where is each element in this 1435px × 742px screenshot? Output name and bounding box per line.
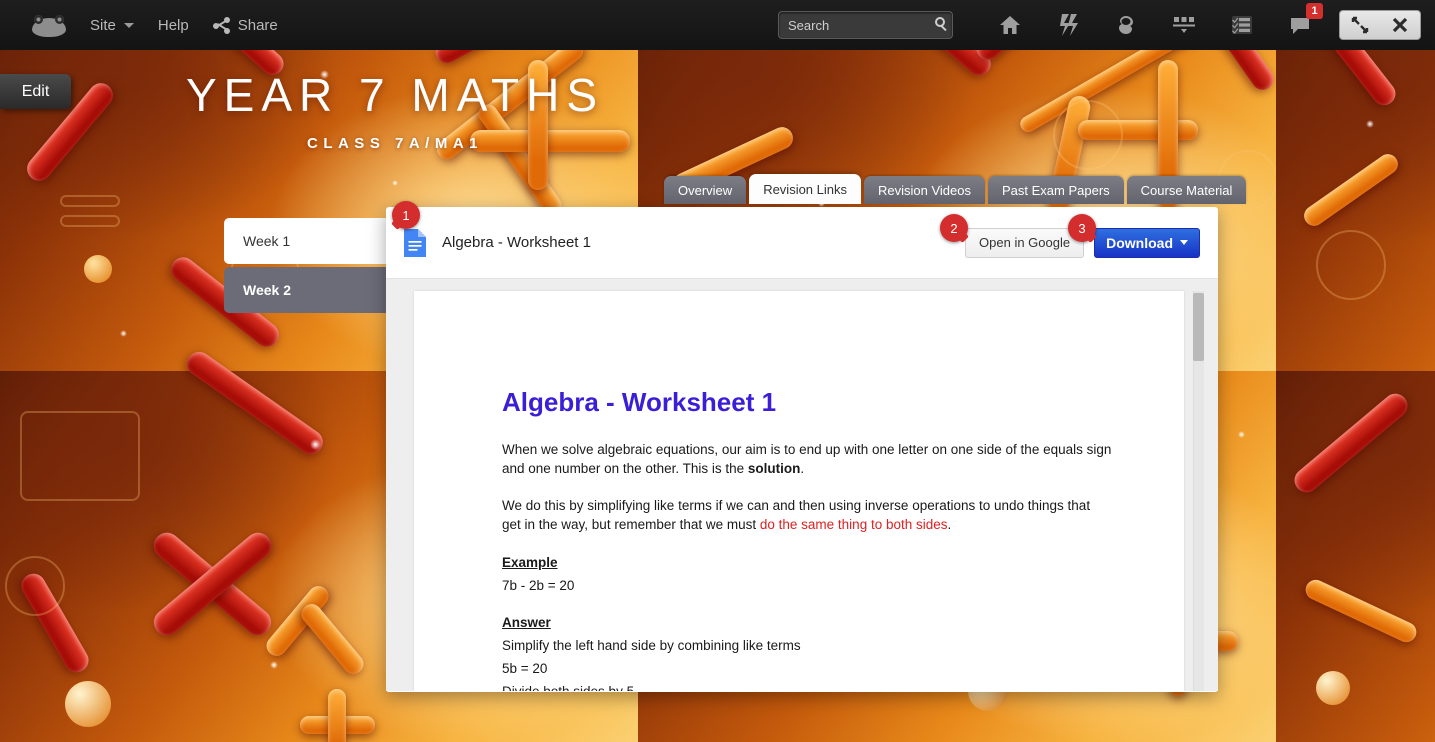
doc-p1-bold: solution bbox=[747, 461, 801, 477]
share-icon bbox=[212, 16, 230, 34]
download-button[interactable]: Download bbox=[1094, 227, 1200, 258]
doc-answer-line-2: 5b = 20 bbox=[502, 661, 548, 677]
help-label: Help bbox=[157, 16, 189, 34]
doc-p1-text-b: . bbox=[800, 461, 805, 477]
tab-course-material[interactable]: Course Material bbox=[1126, 176, 1247, 204]
document-card-header: Algebra - Worksheet 1 Open in Google Dow… bbox=[386, 201, 1218, 279]
lightning-icon[interactable] bbox=[1039, 0, 1097, 50]
doc-answer-line-3: Divide both sides by 5 bbox=[502, 682, 1112, 691]
chevron-down-icon bbox=[1180, 240, 1188, 245]
close-window-icon[interactable] bbox=[1380, 11, 1420, 39]
open-in-google-button[interactable]: Open in Google bbox=[965, 227, 1085, 258]
refresh-icon[interactable] bbox=[1097, 0, 1155, 50]
page-root: Site Help Share Search 1 Edit YEAR 7 MAT… bbox=[0, 0, 1435, 742]
top-toolbar: Site Help Share Search 1 bbox=[0, 0, 1435, 50]
document-title: Algebra - Worksheet 1 bbox=[442, 234, 591, 251]
background-tile bbox=[1276, 0, 1435, 742]
search-input[interactable] bbox=[778, 11, 953, 39]
tab-bar: Overview Revision Links Revision Videos … bbox=[664, 174, 1249, 204]
share-label: Share bbox=[237, 16, 278, 34]
google-docs-icon bbox=[404, 228, 426, 257]
restore-window-icon[interactable] bbox=[1340, 11, 1380, 39]
background-art bbox=[1276, 0, 1435, 371]
doc-p2-red: do the same thing to both sides bbox=[759, 517, 948, 533]
tab-past-exam-papers[interactable]: Past Exam Papers bbox=[988, 176, 1124, 204]
background-art bbox=[1276, 371, 1435, 742]
chat-bubble-icon[interactable]: 1 bbox=[1271, 0, 1329, 50]
frog-logo-icon[interactable] bbox=[32, 13, 66, 37]
toolbar-right-group: 1 bbox=[778, 0, 1435, 50]
home-icon[interactable] bbox=[981, 0, 1039, 50]
doc-answer-line-1: Simplify the left hand side by combining… bbox=[502, 638, 801, 654]
search-box[interactable] bbox=[778, 11, 953, 39]
tab-overview[interactable]: Overview bbox=[664, 176, 747, 204]
help-button[interactable]: Help bbox=[158, 17, 189, 34]
annotation-pin-1: 1 bbox=[392, 201, 420, 229]
annotation-pin-2: 2 bbox=[940, 214, 968, 242]
annotation-pin-3: 3 bbox=[1068, 214, 1096, 242]
message-badge: 1 bbox=[1306, 3, 1323, 19]
site-menu-label: Site bbox=[90, 16, 116, 34]
chevron-down-icon bbox=[123, 22, 134, 28]
doc-example-line: 7b - 2b = 20 bbox=[502, 577, 575, 593]
document-preview: Algebra - Worksheet 1 When we solve alge… bbox=[386, 279, 1218, 691]
tab-revision-videos[interactable]: Revision Videos bbox=[864, 176, 985, 204]
download-label: Download bbox=[1106, 234, 1173, 251]
tab-revision-links[interactable]: Revision Links bbox=[749, 174, 862, 204]
share-button[interactable]: Share bbox=[212, 16, 278, 34]
document-page: Algebra - Worksheet 1 When we solve alge… bbox=[414, 291, 1184, 691]
search-icon bbox=[935, 17, 945, 27]
preview-scrollbar-thumb[interactable] bbox=[1193, 293, 1204, 361]
window-controls bbox=[1339, 10, 1421, 40]
edit-button[interactable]: Edit bbox=[0, 74, 71, 109]
doc-answer-heading: Answer bbox=[502, 614, 551, 630]
doc-heading: Algebra - Worksheet 1 bbox=[502, 387, 777, 417]
doc-paragraph-2: We do this by simplifying like terms if … bbox=[502, 496, 1112, 534]
site-menu-button[interactable]: Site bbox=[90, 17, 134, 34]
doc-p2-text-b: . bbox=[947, 517, 952, 533]
doc-p1-text-a: When we solve algebraic equations, our a… bbox=[502, 442, 1112, 477]
apps-grid-icon[interactable] bbox=[1155, 0, 1213, 50]
document-card: Algebra - Worksheet 1 Open in Google Dow… bbox=[386, 201, 1218, 692]
doc-paragraph-1: When we solve algebraic equations, our a… bbox=[502, 440, 1112, 478]
doc-example-heading: Example bbox=[502, 554, 558, 570]
tasks-list-icon[interactable] bbox=[1213, 0, 1271, 50]
